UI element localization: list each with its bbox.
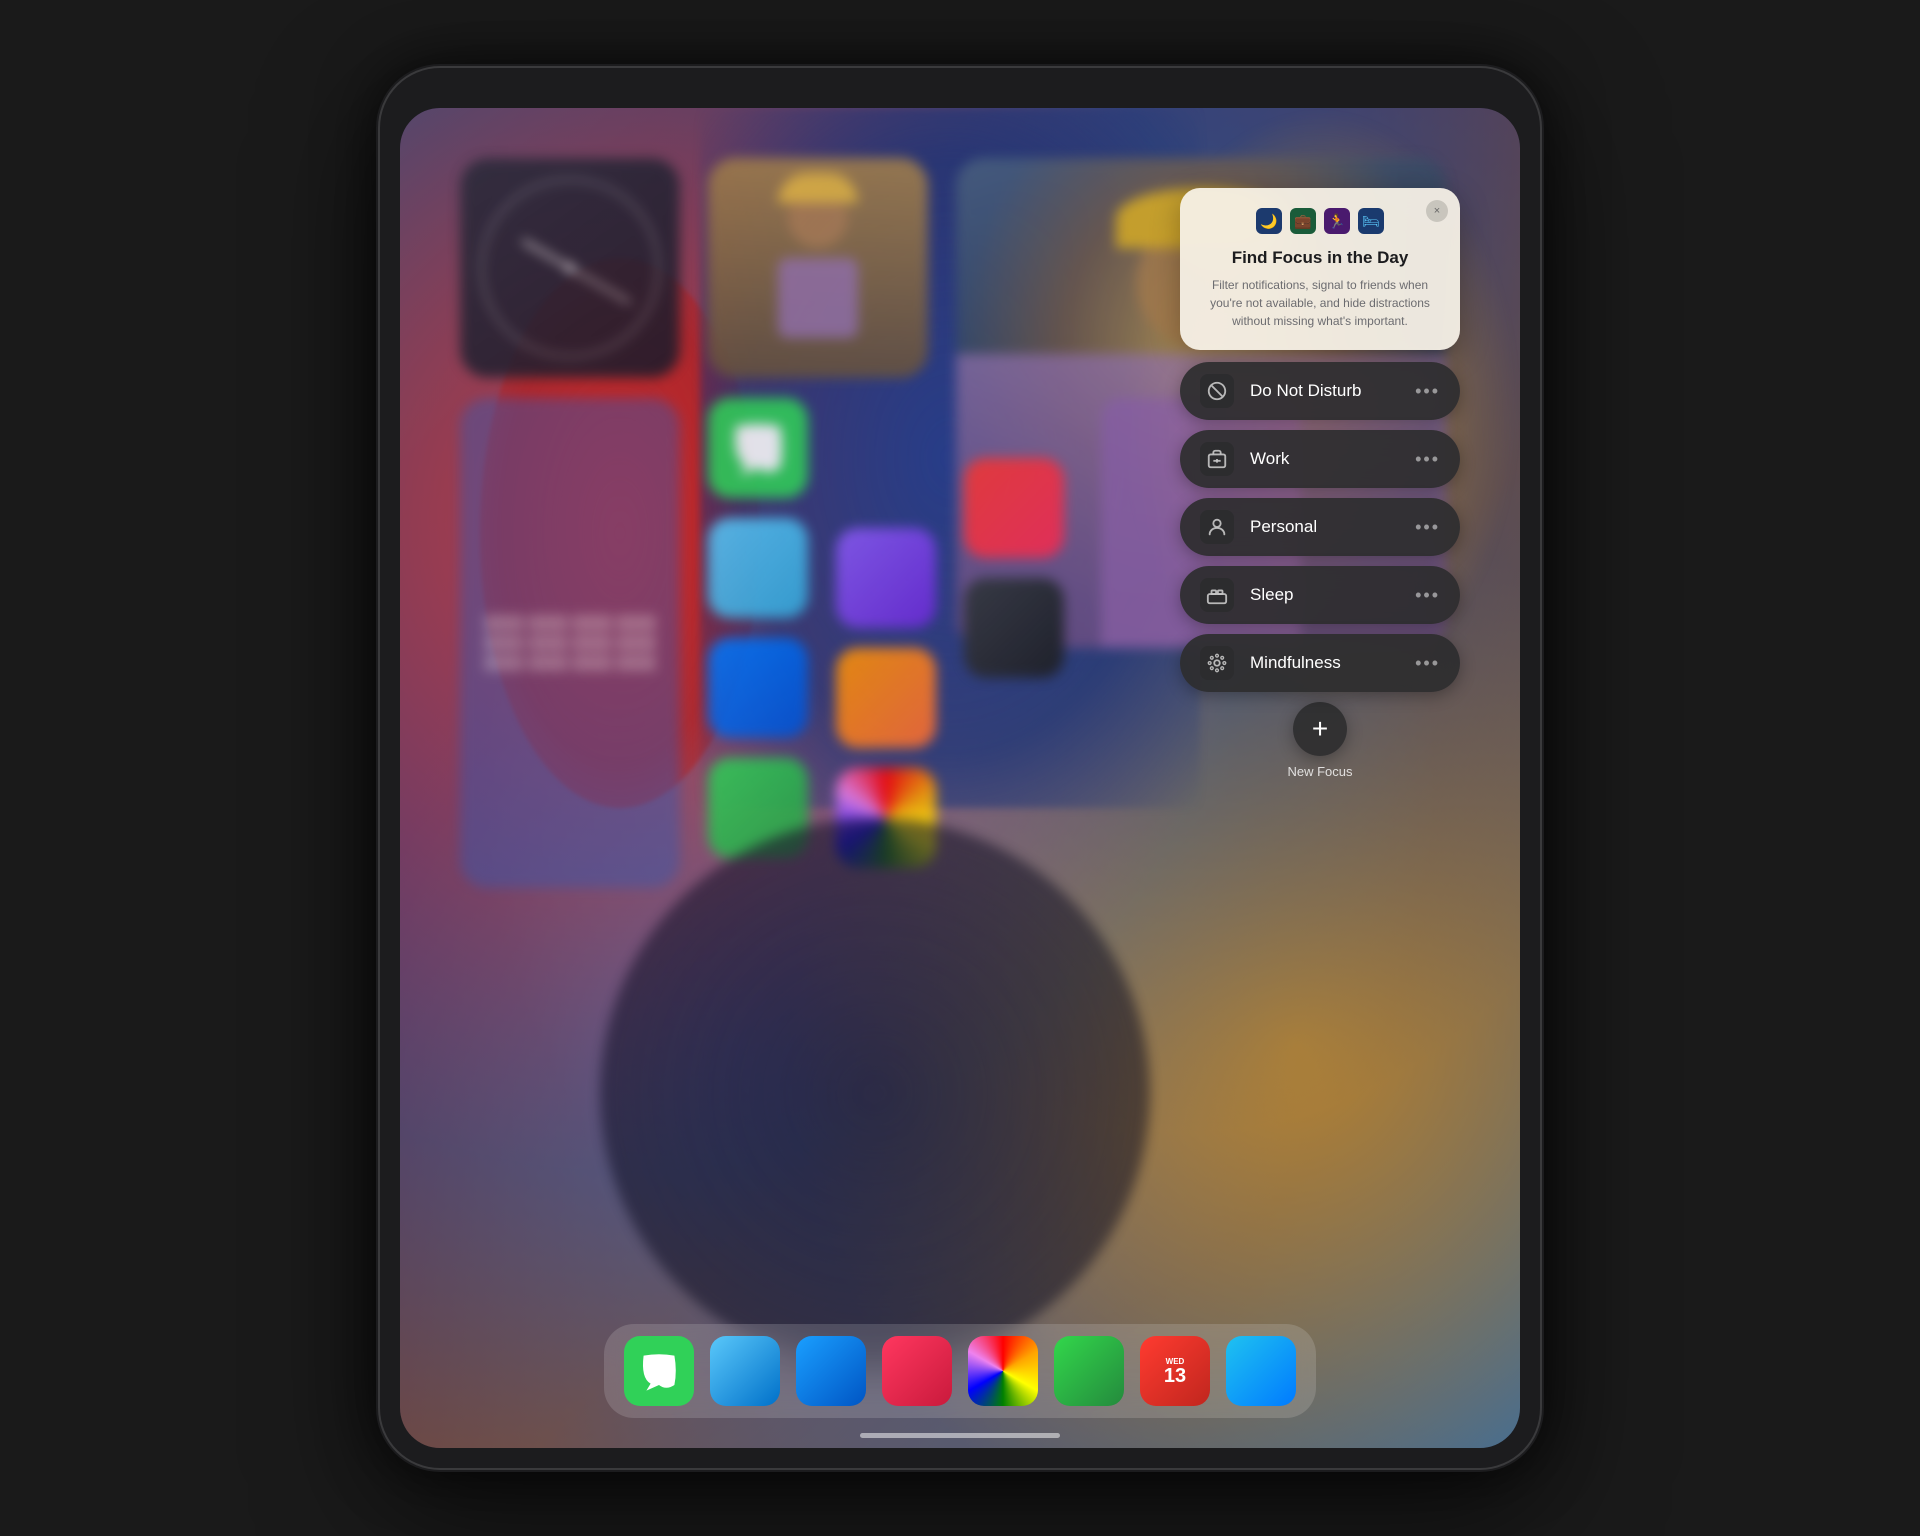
- personal-label: Personal: [1250, 517, 1399, 537]
- info-card-title: Find Focus in the Day: [1204, 248, 1436, 268]
- personal-menu[interactable]: •••: [1415, 517, 1440, 538]
- new-focus-plus-icon: +: [1293, 702, 1347, 756]
- focus-item-do-not-disturb[interactable]: Do Not Disturb •••: [1180, 362, 1460, 420]
- app-red-1[interactable]: [964, 458, 1064, 558]
- new-focus-button[interactable]: + New Focus: [1180, 702, 1460, 779]
- focus-item-work[interactable]: Work •••: [1180, 430, 1460, 488]
- focus-icons-row: 🌙 💼 🏃 🛏: [1204, 208, 1436, 234]
- app-orange-1[interactable]: [836, 648, 936, 748]
- focus-icon-work: 💼: [1290, 208, 1316, 234]
- dock-safari[interactable]: [710, 1336, 780, 1406]
- device-frame: WED 13 × 🌙 💼 🏃 🛏 Find Focus in the D: [380, 68, 1540, 1468]
- dock-photos[interactable]: [968, 1336, 1038, 1406]
- screen: WED 13 × 🌙 💼 🏃 🛏 Find Focus in the D: [400, 108, 1520, 1448]
- focus-item-mindfulness[interactable]: Mindfulness •••: [1180, 634, 1460, 692]
- dock-messages[interactable]: [624, 1336, 694, 1406]
- work-menu[interactable]: •••: [1415, 449, 1440, 470]
- mindfulness-menu[interactable]: •••: [1415, 653, 1440, 674]
- do-not-disturb-menu[interactable]: •••: [1415, 381, 1440, 402]
- home-indicator: [860, 1433, 1060, 1438]
- sleep-label: Sleep: [1250, 585, 1399, 605]
- mindfulness-icon: [1200, 646, 1234, 680]
- do-not-disturb-label: Do Not Disturb: [1250, 381, 1399, 401]
- dock-appstore[interactable]: [1226, 1336, 1296, 1406]
- dock-mail[interactable]: [796, 1336, 866, 1406]
- widget-stack: [460, 398, 680, 888]
- focus-icon-sleep: 🛏: [1358, 208, 1384, 234]
- mindfulness-label: Mindfulness: [1250, 653, 1399, 673]
- focus-panel: × 🌙 💼 🏃 🛏 Find Focus in the Day Filter n…: [1180, 188, 1460, 779]
- messages-icon[interactable]: [708, 398, 808, 498]
- work-label: Work: [1250, 449, 1399, 469]
- dock-music[interactable]: [882, 1336, 952, 1406]
- files-icon[interactable]: [708, 518, 808, 618]
- clock-widget: [460, 158, 680, 378]
- new-focus-label: New Focus: [1287, 764, 1352, 779]
- focus-item-sleep[interactable]: Sleep •••: [1180, 566, 1460, 624]
- photo-widget-1: [708, 158, 928, 378]
- dark-blob: [600, 818, 1150, 1368]
- focus-icon-moon: 🌙: [1256, 208, 1282, 234]
- focus-item-personal[interactable]: Personal •••: [1180, 498, 1460, 556]
- do-not-disturb-icon: [1200, 374, 1234, 408]
- focus-icon-run: 🏃: [1324, 208, 1350, 234]
- close-button[interactable]: ×: [1426, 200, 1448, 222]
- dock: WED 13: [604, 1324, 1316, 1418]
- sleep-icon: [1200, 578, 1234, 612]
- app-dark-1[interactable]: [964, 578, 1064, 678]
- focus-info-card: × 🌙 💼 🏃 🛏 Find Focus in the Day Filter n…: [1180, 188, 1460, 350]
- info-card-desc: Filter notifications, signal to friends …: [1204, 276, 1436, 330]
- dock-maps[interactable]: [1054, 1336, 1124, 1406]
- app-blue-1[interactable]: [708, 638, 808, 738]
- work-icon: [1200, 442, 1234, 476]
- dock-calendar[interactable]: WED 13: [1140, 1336, 1210, 1406]
- sleep-menu[interactable]: •••: [1415, 585, 1440, 606]
- personal-icon: [1200, 510, 1234, 544]
- app-purple-1[interactable]: [836, 528, 936, 628]
